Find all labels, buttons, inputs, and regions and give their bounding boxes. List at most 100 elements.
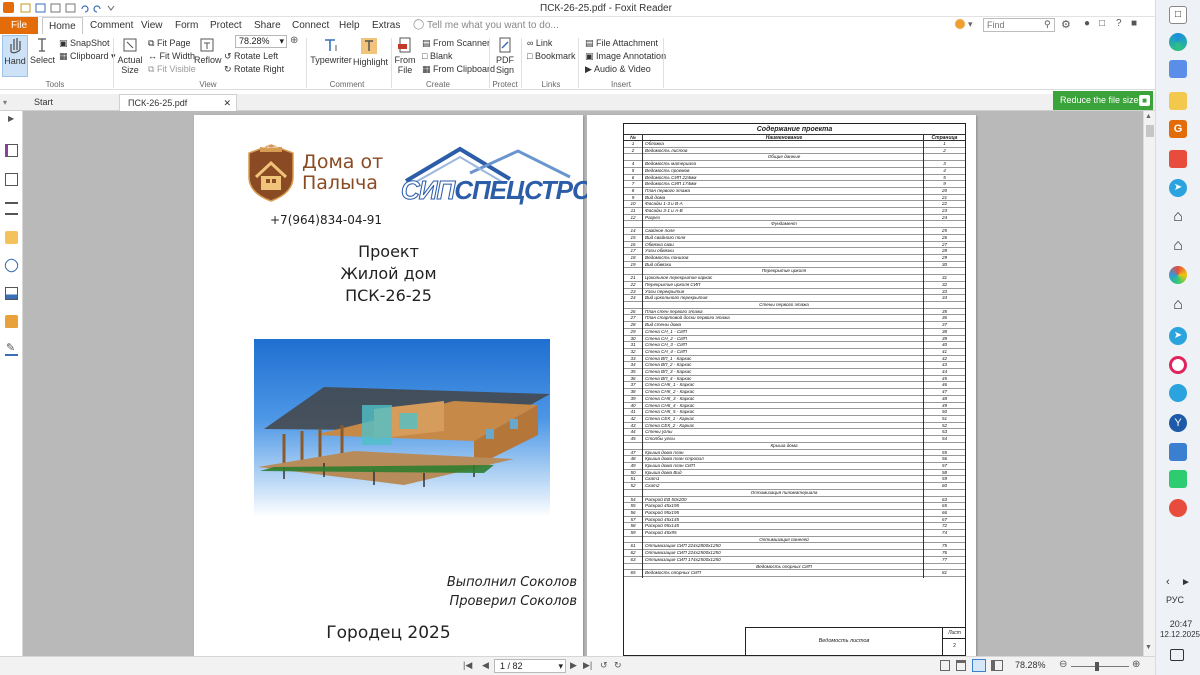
scroll-up-icon[interactable]: ▲ bbox=[1145, 113, 1152, 120]
layers-icon[interactable] bbox=[5, 202, 18, 215]
store-icon[interactable] bbox=[1169, 60, 1187, 78]
app-icon[interactable] bbox=[1169, 443, 1187, 461]
help-icon[interactable]: ? bbox=[1116, 18, 1122, 29]
tab-home[interactable]: Home bbox=[42, 17, 83, 34]
language-indicator[interactable]: РУС bbox=[1166, 595, 1184, 605]
app-icon[interactable] bbox=[1169, 470, 1187, 488]
continuous-page-icon[interactable] bbox=[956, 660, 966, 671]
from-clipboard-button[interactable]: ▦ From Clipboard bbox=[422, 64, 495, 75]
tab-help[interactable]: Help bbox=[333, 17, 366, 34]
telegram-icon[interactable]: ➤ bbox=[1169, 179, 1187, 197]
actual-size-button[interactable]: Actual Size bbox=[116, 37, 144, 75]
zoom-slider[interactable] bbox=[1071, 666, 1129, 667]
zoom-in-icon[interactable]: ⊕ bbox=[1132, 659, 1140, 670]
file-menu[interactable]: File bbox=[0, 17, 38, 34]
clock-date[interactable]: 12.12.2025 bbox=[1158, 630, 1200, 639]
zoom-in-icon[interactable]: ⊕ bbox=[290, 35, 298, 46]
scroll-thumb[interactable] bbox=[1146, 125, 1154, 137]
signature-panel-icon[interactable] bbox=[5, 287, 18, 300]
snapshot-button[interactable]: ▣ SnapShot bbox=[59, 38, 110, 49]
continuous-facing-icon[interactable] bbox=[991, 660, 1003, 671]
zoom-select[interactable]: 78.28% ▾ bbox=[235, 35, 287, 48]
app-icon[interactable] bbox=[1169, 384, 1187, 402]
attachments-icon[interactable] bbox=[2, 256, 21, 275]
lock-icon[interactable] bbox=[5, 315, 18, 328]
hand-button[interactable]: Hand bbox=[2, 35, 28, 77]
yandex-icon[interactable]: Y bbox=[1169, 414, 1187, 432]
tab-document[interactable]: ПСК-26-25.pdf ✕ bbox=[119, 94, 237, 111]
search-icon[interactable]: ⚲ bbox=[1044, 19, 1051, 30]
bookmarks-icon[interactable] bbox=[5, 144, 18, 157]
chevron-down-icon[interactable]: ▾ bbox=[968, 19, 973, 30]
wifi-icon[interactable]: ► bbox=[1181, 577, 1191, 588]
next-page-icon[interactable]: ▶ bbox=[570, 660, 577, 671]
from-file-button[interactable]: From File bbox=[393, 37, 417, 75]
file-attachment-button[interactable]: ▤ File Attachment bbox=[585, 38, 658, 49]
fit-page-button[interactable]: ⧉ Fit Page bbox=[148, 38, 190, 49]
audio-video-button[interactable]: ▶ Audio & Video bbox=[585, 64, 651, 75]
from-scanner-button[interactable]: ▤ From Scanner bbox=[422, 38, 490, 49]
tab-form[interactable]: Form bbox=[169, 17, 204, 34]
zoom-out-icon[interactable]: ⊖ bbox=[1059, 659, 1067, 670]
home-icon[interactable]: ⌂ bbox=[1169, 237, 1187, 255]
close-icon[interactable]: ✕ bbox=[223, 95, 231, 112]
bell-icon[interactable]: ● bbox=[1084, 18, 1090, 29]
tools-icon[interactable]: ✎ bbox=[5, 342, 18, 356]
pdf-sign-button[interactable]: PDF Sign bbox=[493, 37, 517, 75]
previous-view-icon[interactable]: ↺ bbox=[600, 660, 608, 671]
chevron-down-icon[interactable]: ▾ bbox=[3, 98, 7, 107]
tab-connect[interactable]: Connect bbox=[286, 17, 335, 34]
quick-access-toolbar[interactable] bbox=[20, 2, 116, 14]
app-icon[interactable] bbox=[1169, 150, 1187, 168]
tab-view[interactable]: View bbox=[135, 17, 169, 34]
chrome-icon[interactable] bbox=[1169, 266, 1187, 284]
zoom-slider-thumb[interactable] bbox=[1095, 662, 1099, 671]
bookmark-button[interactable]: □ Bookmark bbox=[527, 51, 575, 62]
scroll-down-icon[interactable]: ▼ bbox=[1145, 644, 1152, 651]
reflow-button[interactable]: Reflow bbox=[194, 37, 222, 65]
expand-panel-icon[interactable]: ▶ bbox=[8, 114, 14, 123]
chevron-left-icon[interactable]: ‹ bbox=[1166, 576, 1170, 588]
app-icon[interactable] bbox=[1169, 499, 1187, 517]
document-viewer[interactable]: ВИ ДОМОВ Дома от Палыча СИПСПЕЦСТРОЙ +7(… bbox=[23, 111, 1143, 660]
notepad-icon[interactable]: □ bbox=[1169, 6, 1187, 24]
gift-icon[interactable] bbox=[955, 19, 965, 29]
gear-icon[interactable]: ⚙ bbox=[1061, 18, 1071, 31]
clipboard-button[interactable]: ▦ Clipboard ▾ bbox=[59, 51, 116, 62]
foxit-icon[interactable]: G bbox=[1169, 120, 1187, 138]
edge-icon[interactable] bbox=[1169, 33, 1187, 51]
home-icon[interactable]: ⌂ bbox=[1169, 208, 1187, 226]
home-icon[interactable]: ⌂ bbox=[1169, 296, 1187, 314]
account-icon[interactable]: ■ bbox=[1131, 18, 1137, 29]
tell-me-search[interactable]: Tell me what you want to do... bbox=[421, 17, 565, 34]
fit-visible-button[interactable]: ⧉ Fit Visible bbox=[148, 64, 196, 75]
chat-icon[interactable]: □ bbox=[1099, 18, 1105, 29]
tab-start[interactable]: Start bbox=[26, 94, 116, 111]
tab-protect[interactable]: Protect bbox=[204, 17, 248, 34]
first-page-icon[interactable]: |◀ bbox=[463, 660, 472, 671]
tab-comment[interactable]: Comment bbox=[84, 17, 139, 34]
blank-button[interactable]: □ Blank bbox=[422, 51, 452, 62]
comments-icon[interactable] bbox=[5, 231, 18, 244]
rotate-left-button[interactable]: ↺ Rotate Left bbox=[224, 51, 278, 62]
next-view-icon[interactable]: ↻ bbox=[614, 660, 622, 671]
tab-extras[interactable]: Extras bbox=[366, 17, 406, 34]
telegram-icon[interactable]: ➤ bbox=[1169, 327, 1187, 345]
single-page-icon[interactable] bbox=[940, 660, 950, 671]
notification-icon[interactable] bbox=[1170, 649, 1184, 661]
vertical-scrollbar[interactable]: ▲ ▼ bbox=[1143, 111, 1155, 656]
app-icon[interactable] bbox=[1169, 356, 1187, 374]
clock-time[interactable]: 20:47 bbox=[1166, 619, 1196, 629]
image-annotation-button[interactable]: ▣ Image Annotation bbox=[585, 51, 666, 62]
facing-page-icon[interactable] bbox=[972, 659, 986, 672]
page-number-input[interactable]: 1 / 82 ▾ bbox=[494, 659, 566, 673]
rotate-right-button[interactable]: ↻ Rotate Right bbox=[224, 64, 284, 75]
tab-share[interactable]: Share bbox=[248, 17, 287, 34]
prev-page-icon[interactable]: ◀ bbox=[482, 660, 489, 671]
link-button[interactable]: ∞ Link bbox=[527, 38, 552, 49]
highlight-button[interactable]: Highlight bbox=[353, 37, 388, 67]
fit-width-button[interactable]: ↔ Fit Width bbox=[148, 51, 195, 62]
reduce-file-size-button[interactable]: Reduce the file size ■ bbox=[1053, 91, 1153, 110]
typewriter-button[interactable]: Typewriter bbox=[310, 37, 352, 65]
pages-icon[interactable] bbox=[5, 173, 18, 186]
